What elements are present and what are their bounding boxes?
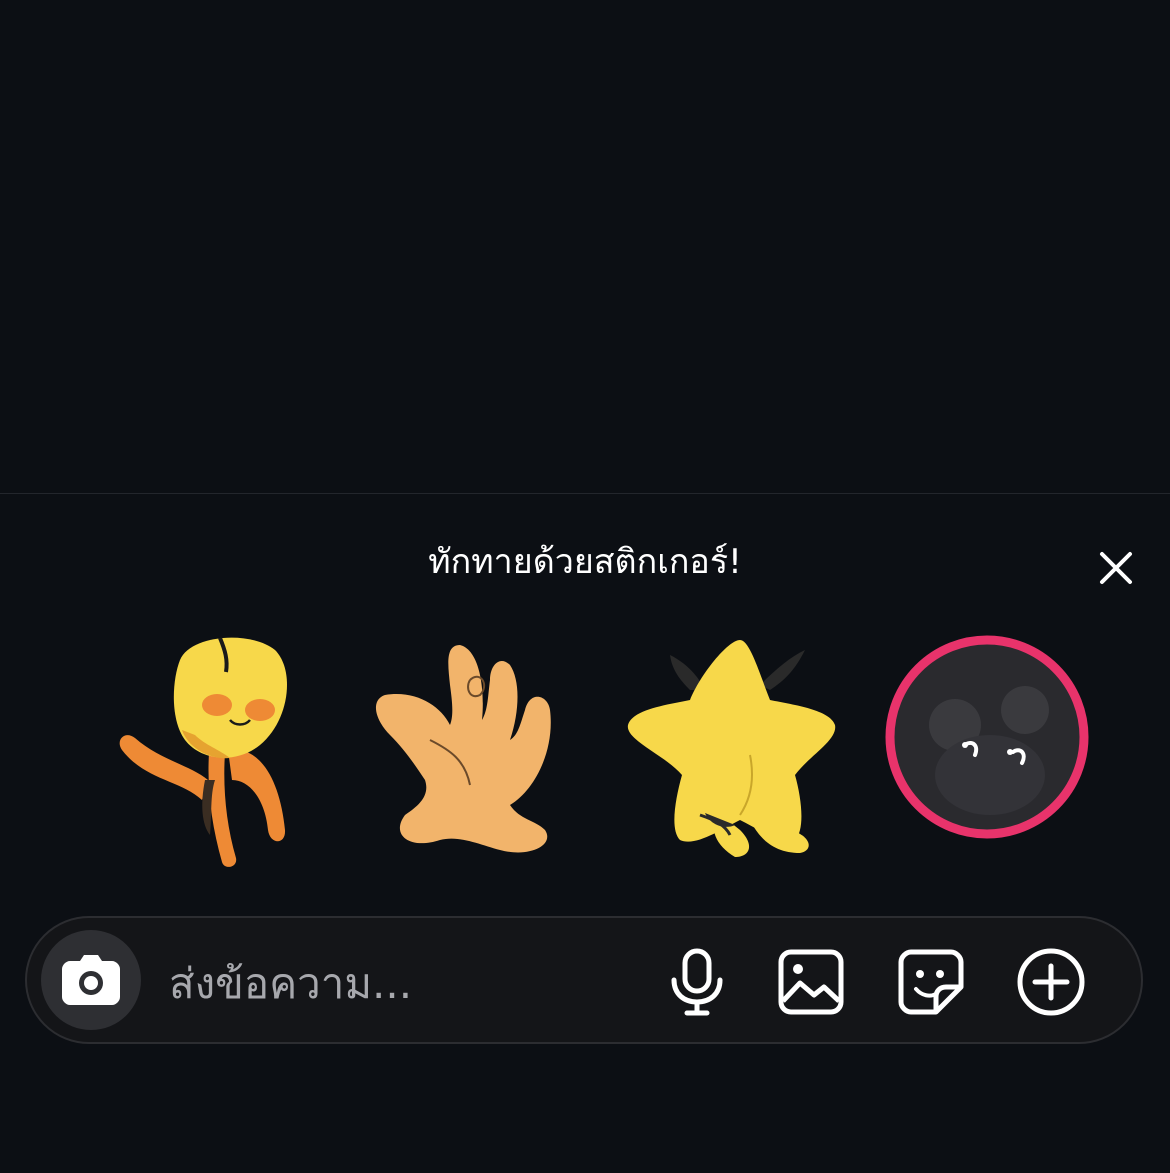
add-button[interactable] (1015, 946, 1087, 1018)
close-button[interactable] (1086, 538, 1146, 598)
avatar-sticker[interactable] (885, 635, 1089, 839)
star-sticker-image (627, 640, 836, 857)
star-sticker[interactable] (620, 635, 840, 860)
message-input[interactable] (167, 942, 641, 1024)
sticker-icon (898, 949, 964, 1015)
flower-sticker-image (119, 637, 287, 867)
panel-divider (0, 493, 1170, 494)
microphone-icon (671, 948, 723, 1016)
avatar-sticker-image (885, 635, 1089, 839)
waving-hand-sticker[interactable] (370, 640, 560, 860)
flower-sticker[interactable] (110, 630, 300, 870)
message-composer (25, 916, 1143, 1044)
dm-thread-screen: ทักทายด้วยสติกเกอร์! (0, 0, 1170, 1173)
sticker-button[interactable] (895, 946, 967, 1018)
plus-circle-icon (1017, 948, 1085, 1016)
close-icon (1100, 552, 1132, 584)
microphone-button[interactable] (661, 946, 733, 1018)
camera-icon (62, 955, 120, 1005)
message-list (0, 0, 1170, 493)
image-icon (778, 949, 844, 1015)
camera-button[interactable] (41, 930, 141, 1030)
sticker-prompt: ทักทายด้วยสติกเกอร์! (428, 542, 742, 582)
gallery-button[interactable] (775, 946, 847, 1018)
waving-hand-sticker-image (375, 645, 551, 853)
